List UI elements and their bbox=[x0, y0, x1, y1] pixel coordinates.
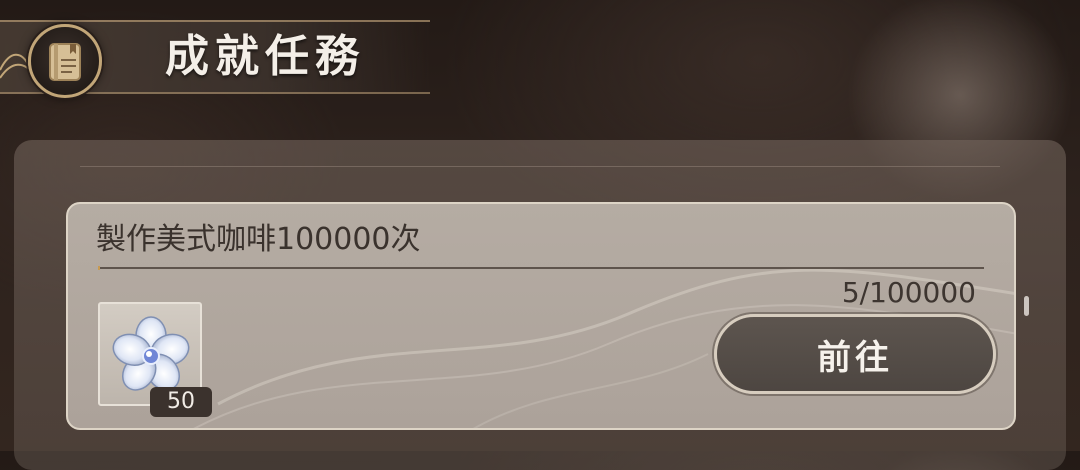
quest-title: 製作美式咖啡100000次 bbox=[96, 222, 421, 257]
scrollbar-thumb[interactable] bbox=[1024, 296, 1029, 316]
page-title: 成就任務 bbox=[165, 31, 365, 82]
notebook-icon bbox=[49, 43, 81, 81]
progress-bar bbox=[98, 266, 984, 270]
reward-quantity-badge: 50 bbox=[150, 387, 212, 417]
achievement-badge bbox=[28, 24, 102, 98]
list-divider bbox=[80, 166, 1000, 167]
go-button[interactable]: 前往 bbox=[714, 314, 996, 394]
quest-card: 製作美式咖啡100000次 5/100000 50 前往 bbox=[66, 202, 1016, 430]
progress-fill bbox=[98, 266, 100, 270]
progress-text: 5/100000 bbox=[841, 276, 976, 309]
